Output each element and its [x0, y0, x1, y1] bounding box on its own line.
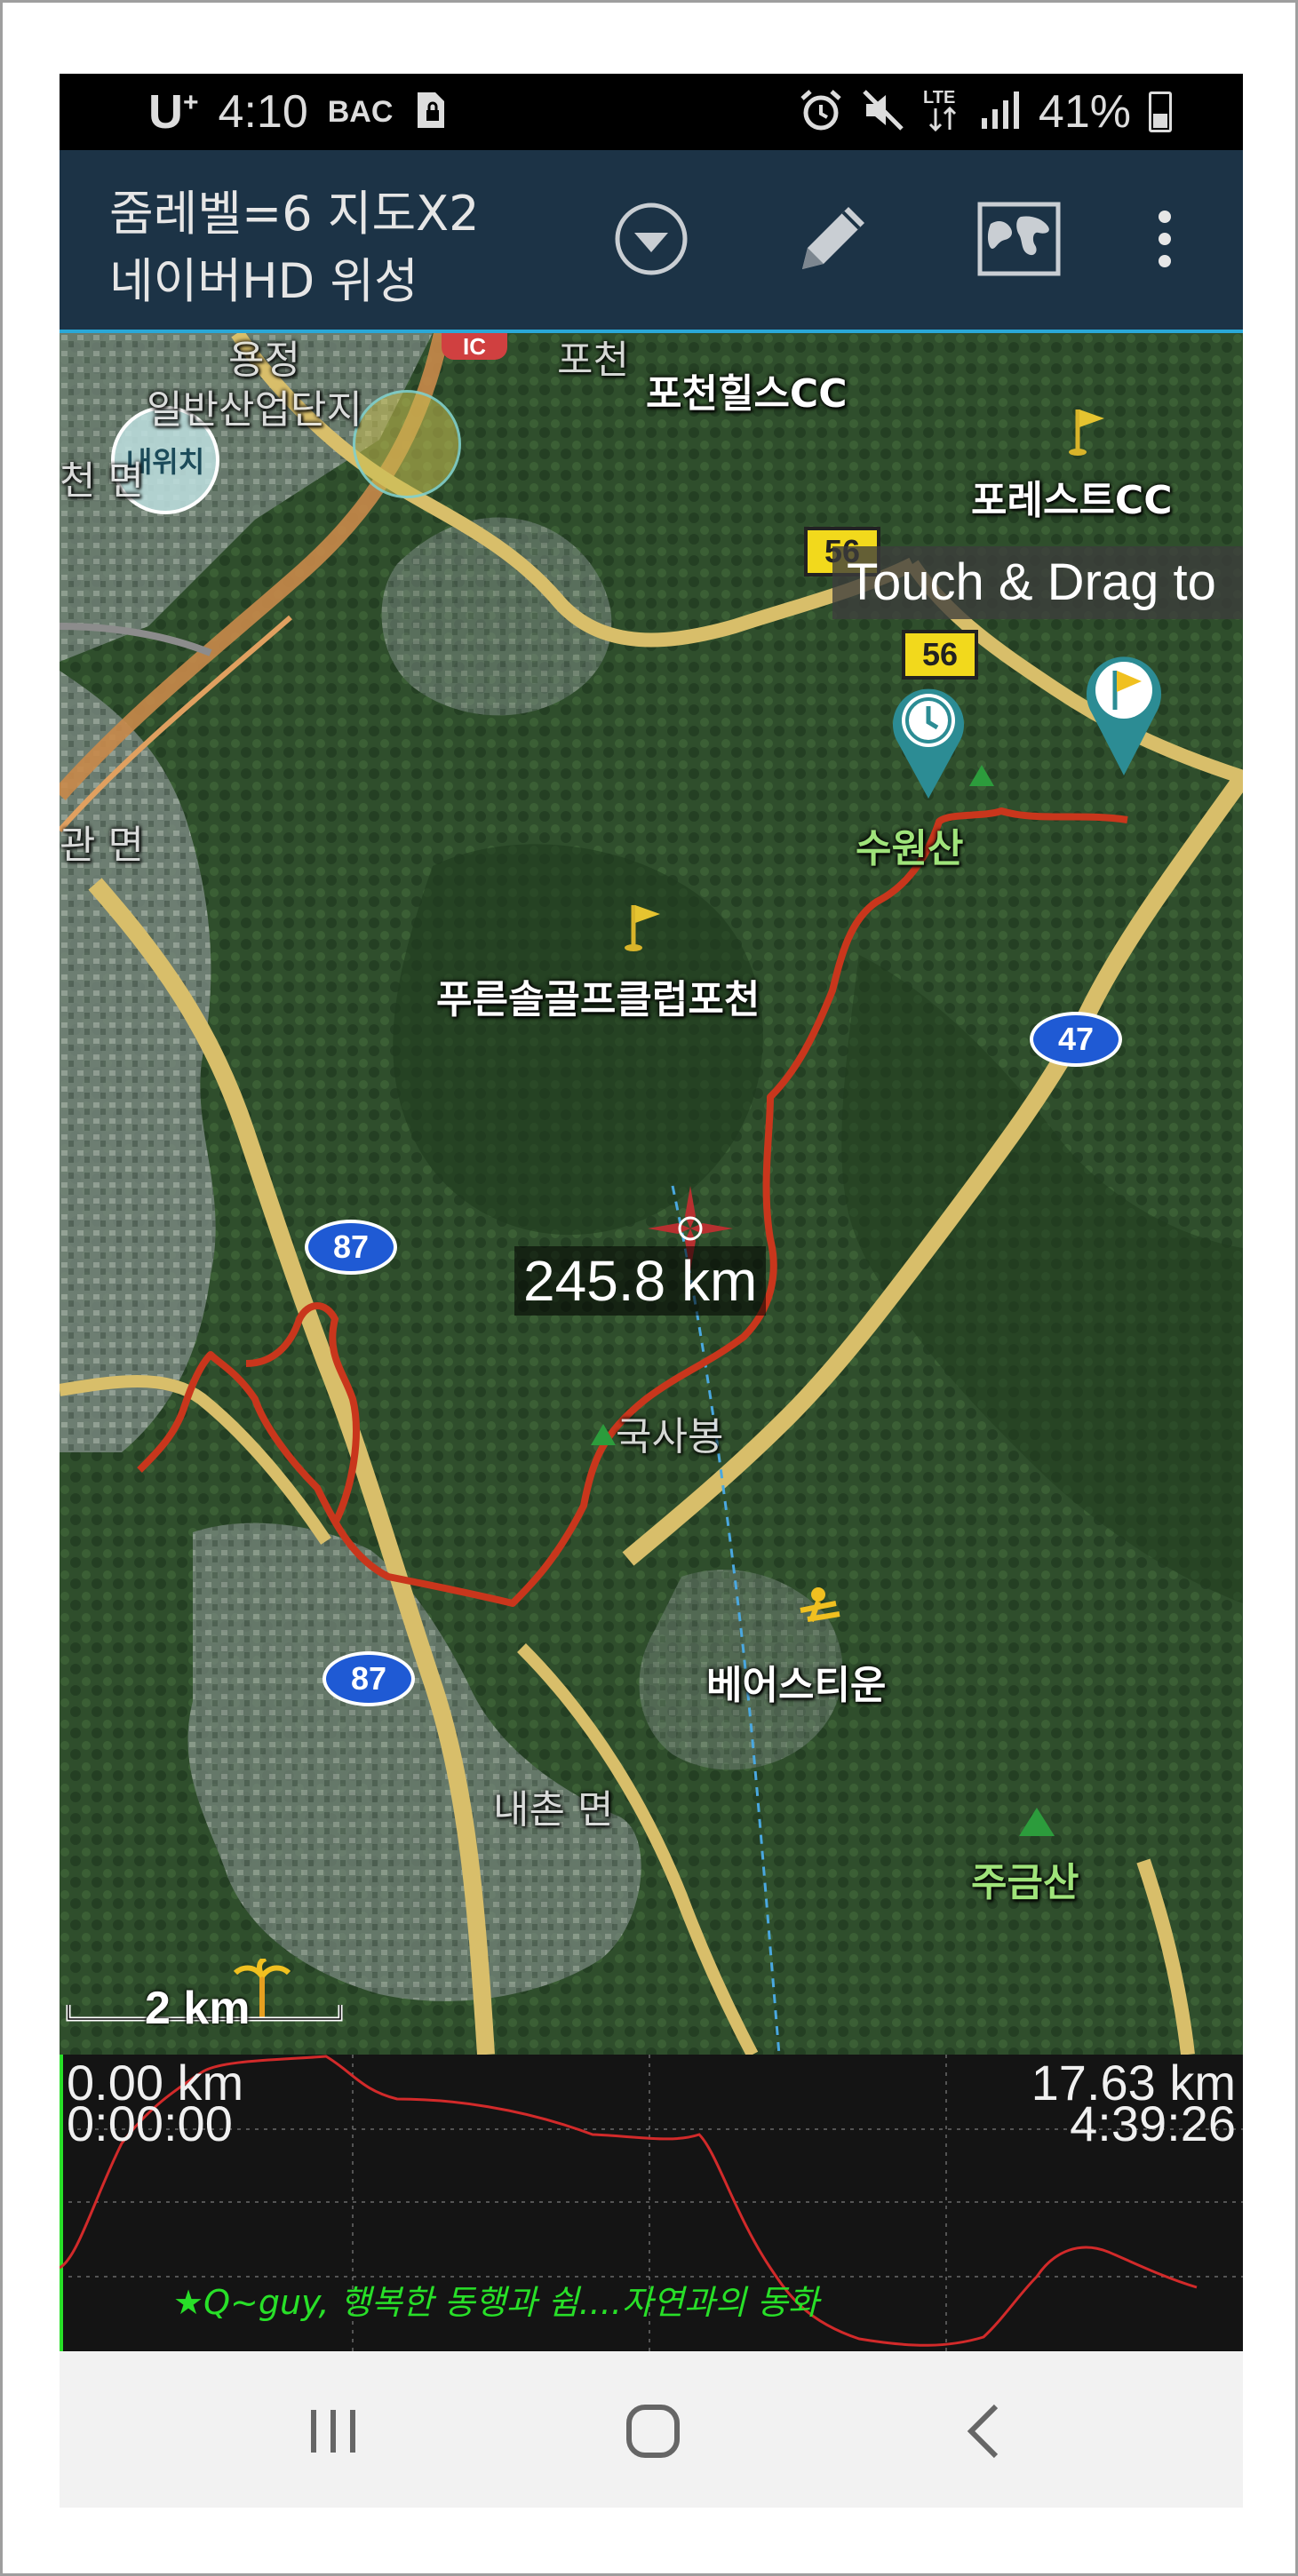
road-shield-ic: IC [442, 333, 507, 360]
start-time: 0:00:00 [67, 2095, 233, 2151]
place-label: 천 면 [60, 458, 144, 504]
sd-card-lock-icon [412, 91, 446, 133]
recent-apps-button[interactable] [291, 2389, 376, 2474]
place-label: 푸른솔골프클럽포천 [436, 977, 760, 1022]
phone-frame: U+ 4:10 BAC LTE 41% 줌레벨=6 지도X2 네이버HD 위성 … [0, 0, 1298, 2576]
overflow-menu-button[interactable] [1122, 196, 1207, 282]
place-label: 베어스티운 [706, 1663, 887, 1708]
signal-icon [980, 90, 1021, 134]
scale-label: 2 km [145, 1983, 251, 2034]
place-label: 포레스트CC [971, 478, 1173, 523]
map-source-label: 네이버HD 위성 [109, 253, 418, 309]
gps-accuracy-indicator [353, 390, 461, 498]
satellite-map[interactable]: 내위치 IC 56 56 47 87 87 용정 포천 일반산업단지 천 면 포… [60, 333, 1243, 2055]
road-shield-87-b: 87 [323, 1651, 415, 1706]
road-shield-47: 47 [1030, 1012, 1122, 1067]
home-icon [626, 2405, 680, 2458]
bac-indicator: BAC [327, 94, 394, 129]
lte-icon: LTE [923, 85, 962, 139]
place-label: 포천힐스CC [646, 371, 848, 417]
place-label: 수원산 [856, 826, 964, 871]
battery-percent: 41% [1038, 86, 1131, 138]
end-time: 4:39:26 [1070, 2095, 1236, 2151]
carrier-label: U+ [148, 85, 199, 139]
toolbar-title: 줌레벨=6 지도X2 네이버HD 위성 [109, 180, 480, 315]
svg-text:LTE: LTE [923, 88, 955, 107]
road-shield-87-a: 87 [305, 1220, 397, 1275]
golf-flag-icon [625, 905, 660, 951]
place-label: 내촌 면 [493, 1787, 614, 1833]
touch-drag-hint: Touch & Drag to [832, 546, 1243, 619]
pencil-icon [802, 207, 864, 269]
ski-resort-icon [800, 1587, 840, 1623]
home-button[interactable] [610, 2389, 696, 2474]
recent-apps-icon [311, 2410, 355, 2453]
back-icon [967, 2404, 999, 2459]
finish-flag-pin-icon[interactable] [1083, 646, 1165, 779]
track-quote: ★Q~guy, 행복한 동행과 쉼....자연과의 동화 [173, 2283, 819, 2322]
road-shield-56-b: 56 [902, 630, 978, 680]
alarm-icon [799, 88, 843, 136]
place-label: 국사봉 [616, 1414, 724, 1459]
chevron-down-circle-icon [615, 203, 688, 275]
back-button[interactable] [941, 2389, 1026, 2474]
place-label: 포천 [557, 338, 629, 383]
status-bar: U+ 4:10 BAC LTE 41% [60, 74, 1243, 150]
scale-bar: 2 km [65, 1983, 346, 2034]
more-vertical-icon [1159, 211, 1171, 267]
elevation-profile[interactable]: 0.00 km 0:00:00 17.63 km 4:39:26 ★Q~guy,… [60, 2055, 1243, 2351]
zoom-level-label: 줌레벨=6 지도X2 [109, 186, 480, 242]
map-layer-button[interactable] [976, 196, 1062, 282]
start-time-pin-icon[interactable] [888, 678, 969, 802]
world-map-icon [977, 202, 1061, 276]
system-nav-bar [60, 2351, 1243, 2508]
edit-button[interactable] [790, 196, 875, 282]
battery-icon [1149, 91, 1172, 132]
place-label: 주금산 [971, 1860, 1079, 1905]
place-label: 일반산업단지 [147, 387, 362, 433]
app-toolbar: 줌레벨=6 지도X2 네이버HD 위성 [60, 150, 1243, 333]
status-time: 4:10 [218, 86, 308, 138]
place-label: 관 면 [60, 823, 144, 868]
golf-flag-icon [1069, 409, 1104, 456]
dropdown-button[interactable] [609, 196, 694, 282]
distance-label: 245.8 km [514, 1246, 767, 1316]
mute-icon [861, 88, 905, 136]
